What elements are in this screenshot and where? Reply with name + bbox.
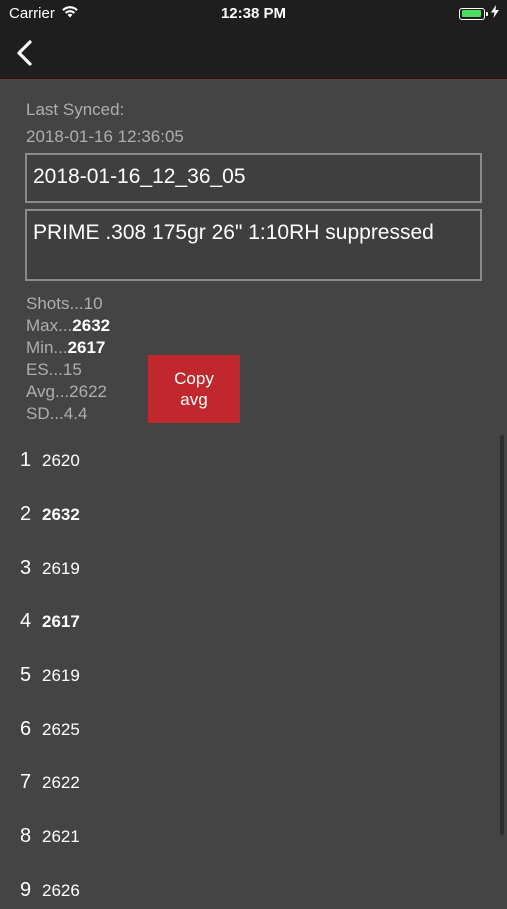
list-item[interactable]: 8 2621 [20,825,80,855]
chevron-left-icon [14,40,36,72]
stat-avg: Avg...2622 [26,382,107,401]
session-detail: Last Synced: 2018-01-16 12:36:05 2018-01… [0,80,507,901]
last-synced-label: Last Synced: [26,100,125,119]
battery-group [459,5,499,22]
list-item[interactable]: 7 2622 [20,771,80,801]
copy-avg-line2: avg [180,390,208,409]
shot-number: 4 [20,610,32,632]
shot-number: 8 [20,825,32,847]
shot-velocity: 2622 [42,773,80,792]
list-item[interactable]: 6 2625 [20,718,80,748]
shot-velocity: 2621 [42,827,80,846]
shot-number: 2 [20,503,32,525]
shot-velocity: 2632 [42,505,80,524]
stat-min: Min...2617 [26,338,106,357]
status-time: 12:38 PM [220,5,287,22]
last-synced-timestamp: 2018-01-16 12:36:05 [26,127,184,146]
list-item[interactable]: 2 2632 [20,503,80,533]
back-button[interactable] [14,38,36,68]
shot-velocity: 2619 [42,666,80,685]
stat-sd: SD...4.4 [26,404,88,423]
stat-es: ES...15 [26,360,82,379]
shot-number: 6 [20,718,32,740]
list-scrollbar[interactable] [500,435,504,835]
navigation-bar [0,28,507,80]
shot-velocity: 2617 [42,612,80,631]
session-notes-field[interactable]: PRIME .308 175gr 26" 1:10RH suppressed [25,209,482,281]
list-item[interactable]: 3 2619 [20,557,80,587]
battery-icon [459,7,488,20]
session-name-field[interactable]: 2018-01-16_12_36_05 [25,153,482,203]
list-item[interactable]: 1 2620 [20,449,80,479]
shot-velocity: 2625 [42,720,80,739]
stat-shots: Shots...10 [26,294,103,313]
list-item[interactable]: 4 2617 [20,610,80,640]
shot-number: 9 [20,879,32,901]
copy-avg-button[interactable]: Copy avg [148,355,240,423]
list-item[interactable]: 5 2619 [20,664,80,694]
shot-velocity: 2619 [42,559,80,578]
shot-velocity: 2620 [42,451,80,470]
shot-number: 5 [20,664,32,686]
shot-number: 1 [20,449,32,471]
shot-velocity: 2626 [42,881,80,900]
stat-max: Max...2632 [26,316,111,335]
shot-number: 3 [20,557,32,579]
status-bar: Carrier 12:38 PM [0,0,507,28]
stats-summary: Shots...10 Max...2632 Min...2617 ES...15… [26,293,110,425]
shot-number: 7 [20,771,32,793]
copy-avg-line1: Copy [174,369,214,388]
charging-icon [491,5,499,22]
list-item[interactable]: 9 2626 [20,879,80,909]
